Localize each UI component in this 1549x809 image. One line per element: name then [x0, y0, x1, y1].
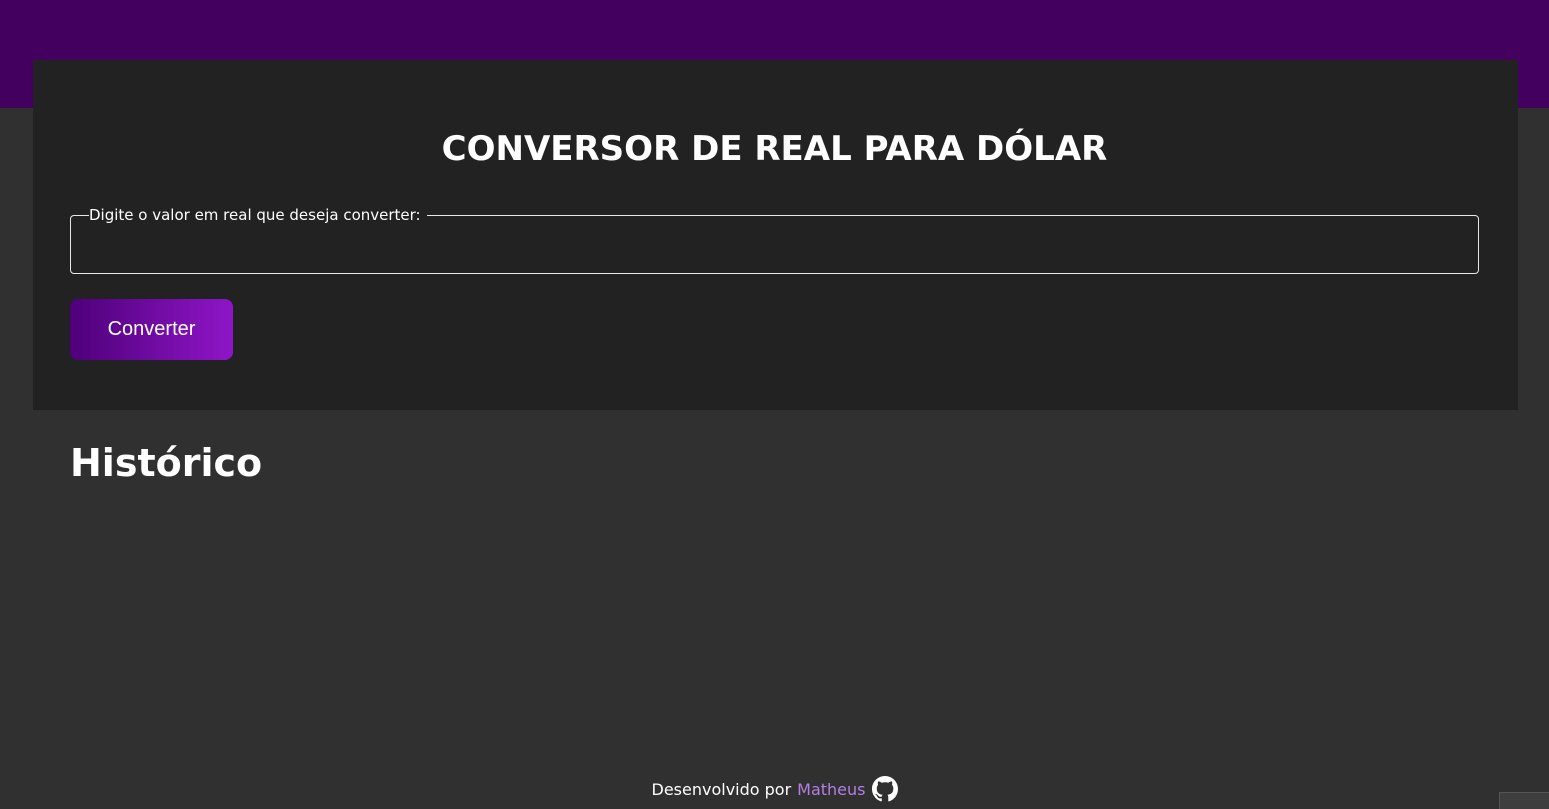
history-title: Histórico	[70, 441, 263, 485]
corner-widget[interactable]	[1499, 792, 1549, 809]
author-link[interactable]: Matheus	[797, 780, 865, 799]
github-icon[interactable]	[871, 776, 898, 802]
amount-label: Digite o valor em real que deseja conver…	[89, 206, 421, 224]
amount-input[interactable]	[89, 225, 1460, 261]
page-title: CONVERSOR DE REAL PARA DÓLAR	[441, 129, 1108, 169]
history-list	[70, 500, 1479, 740]
convert-button[interactable]: Converter	[70, 299, 233, 360]
footer: Desenvolvido por Matheus	[0, 776, 1549, 802]
amount-fieldset: Digite o valor em real que deseja conver…	[70, 205, 1479, 274]
footer-label: Desenvolvido por	[651, 779, 792, 799]
